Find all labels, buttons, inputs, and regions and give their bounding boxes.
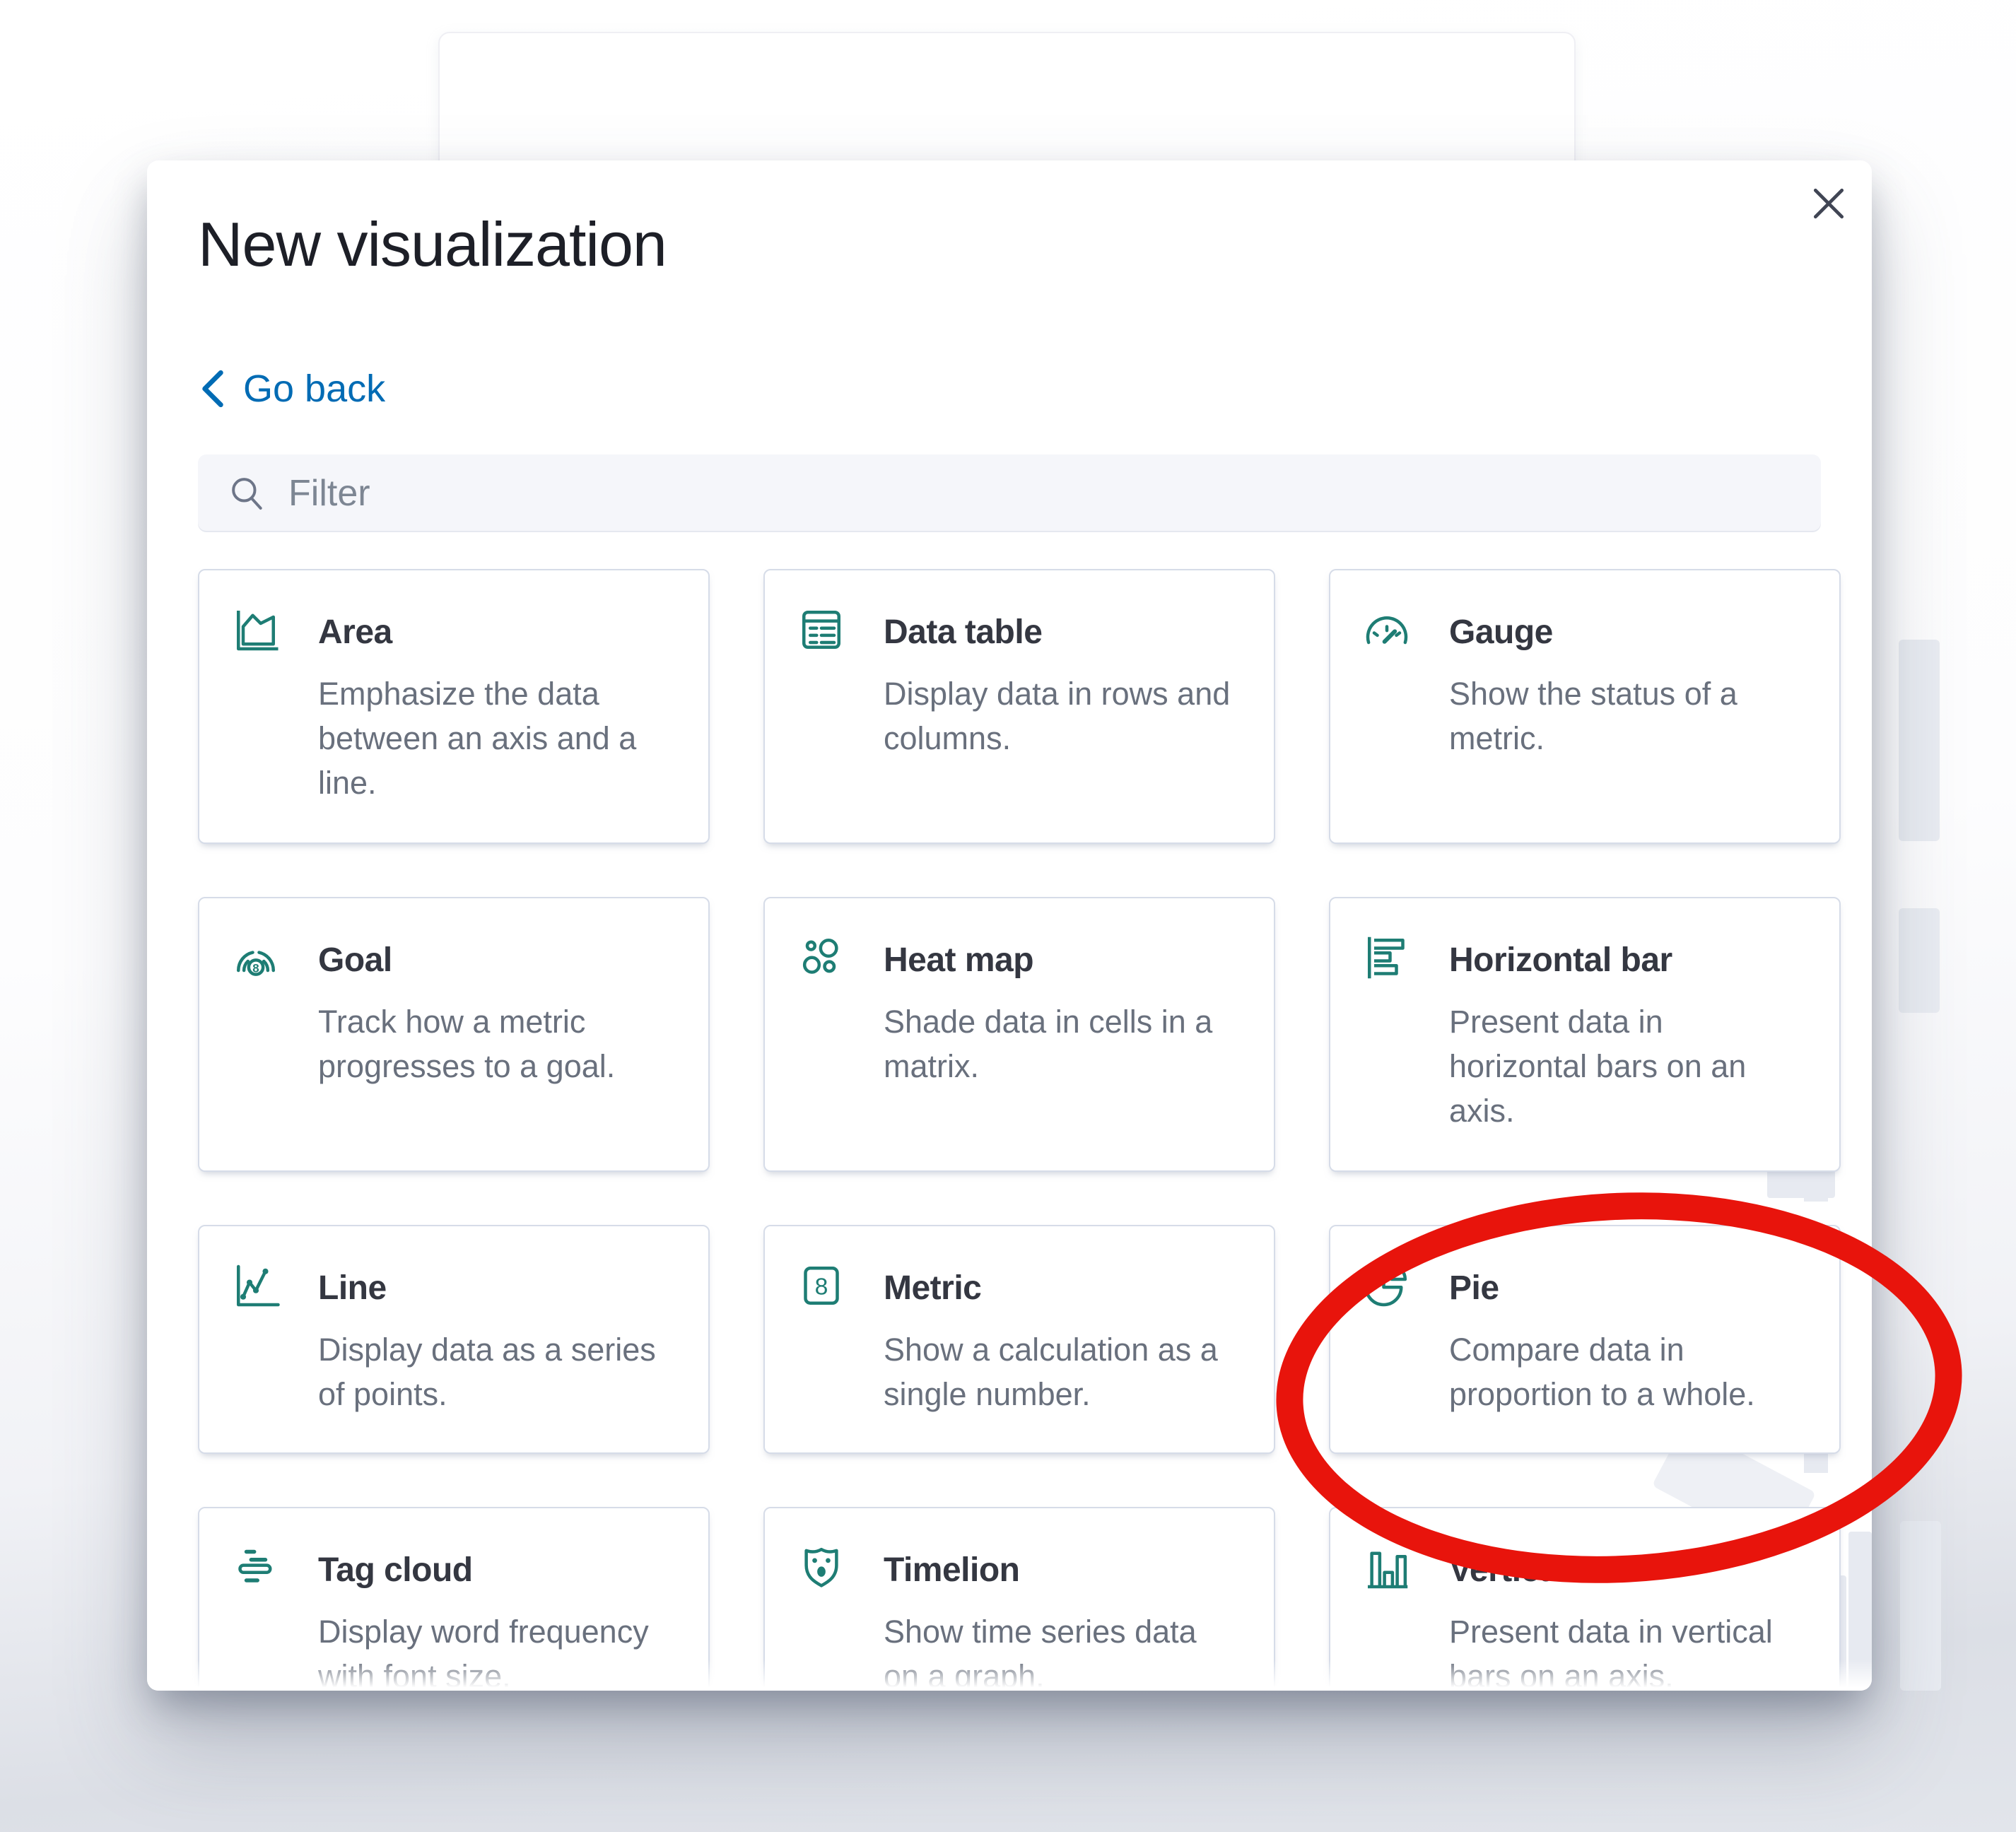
vertical-bar-icon <box>1361 1542 1412 1593</box>
metric-icon: 8 <box>796 1260 847 1311</box>
faded-block-decoration <box>1848 1532 1872 1691</box>
close-button[interactable] <box>1804 179 1853 228</box>
page-title: New visualization <box>198 209 667 281</box>
filter-input[interactable] <box>267 454 1821 532</box>
viz-card-area[interactable]: Area Emphasize the data between an axis … <box>198 569 710 844</box>
viz-card-description: Display data in rows and columns. <box>884 671 1237 761</box>
filter-field <box>198 454 1821 532</box>
viz-card-description: Show the status of a metric. <box>1449 671 1803 761</box>
viz-card-title: Timelion <box>884 1551 1019 1590</box>
viz-card-timelion[interactable]: Timelion Show time series data on a grap… <box>763 1507 1275 1691</box>
heat-map-icon <box>796 932 847 983</box>
viz-card-title: Tag cloud <box>318 1551 473 1590</box>
viz-card-title: Metric <box>884 1269 981 1308</box>
gauge-icon <box>1361 604 1412 655</box>
viz-card-description: Shade data in cells in a matrix. <box>884 999 1237 1088</box>
viz-card-pie[interactable]: Pie Compare data in proportion to a whol… <box>1329 1225 1841 1454</box>
go-back-link[interactable]: Go back <box>201 367 385 411</box>
close-icon <box>1806 181 1851 226</box>
viz-card-line[interactable]: Line Display data as a series of points. <box>198 1225 710 1454</box>
viz-card-vertical-bar[interactable]: Vertical bar Present data in vertical ba… <box>1329 1507 1841 1691</box>
viz-card-title: Line <box>318 1269 387 1308</box>
viz-card-description: Emphasize the data between an axis and a… <box>318 671 672 805</box>
viz-card-tag-cloud[interactable]: Tag cloud Display word frequency with fo… <box>198 1507 710 1691</box>
background-decoration <box>1899 640 1940 841</box>
background-decoration <box>1900 1521 1941 1691</box>
new-visualization-modal: New visualization Go back Area Emphasize… <box>147 160 1872 1691</box>
viz-card-title: Goal <box>318 941 392 980</box>
tag-cloud-icon <box>230 1542 281 1593</box>
viz-card-description: Present data in vertical bars on an axis… <box>1449 1609 1803 1691</box>
timelion-icon <box>796 1542 847 1593</box>
viz-card-description: Show a calculation as a single number. <box>884 1327 1237 1416</box>
background-decoration <box>1899 908 1940 1013</box>
horizontal-bar-icon <box>1361 932 1412 983</box>
viz-card-metric[interactable]: 8 Metric Show a calculation as a single … <box>763 1225 1275 1454</box>
viz-card-gauge[interactable]: Gauge Show the status of a metric. <box>1329 569 1841 844</box>
viz-card-description: Display word frequency with font size. <box>318 1609 672 1691</box>
viz-card-horizontal-bar[interactable]: Horizontal bar Present data in horizonta… <box>1329 897 1841 1172</box>
viz-card-description: Compare data in proportion to a whole. <box>1449 1327 1803 1416</box>
viz-card-title: Pie <box>1449 1269 1499 1308</box>
go-back-label: Go back <box>243 367 385 411</box>
viz-card-title: Heat map <box>884 941 1033 980</box>
viz-card-description: Display data as a series of points. <box>318 1327 672 1416</box>
area-chart-icon <box>230 604 281 655</box>
viz-card-data-table[interactable]: Data table Display data in rows and colu… <box>763 569 1275 844</box>
viz-card-title: Gauge <box>1449 613 1553 652</box>
viz-card-description: Present data in horizontal bars on an ax… <box>1449 999 1803 1133</box>
viz-card-title: Horizontal bar <box>1449 941 1672 980</box>
svg-text:8: 8 <box>252 961 259 975</box>
search-icon <box>228 474 267 513</box>
svg-text:8: 8 <box>815 1273 828 1300</box>
chevron-left-icon <box>201 368 225 409</box>
viz-card-heat-map[interactable]: Heat map Shade data in cells in a matrix… <box>763 897 1275 1172</box>
viz-card-description: Show time series data on a graph. <box>884 1609 1237 1691</box>
data-table-icon <box>796 604 847 655</box>
viz-card-description: Track how a metric progresses to a goal. <box>318 999 672 1088</box>
pie-chart-icon <box>1361 1260 1412 1311</box>
goal-icon: 8 <box>230 932 281 983</box>
viz-card-title: Data table <box>884 613 1042 652</box>
viz-card-title: Vertical bar <box>1449 1551 1628 1590</box>
viz-card-title: Area <box>318 613 392 652</box>
viz-card-goal[interactable]: 8 Goal Track how a metric progresses to … <box>198 897 710 1172</box>
line-chart-icon <box>230 1260 281 1311</box>
